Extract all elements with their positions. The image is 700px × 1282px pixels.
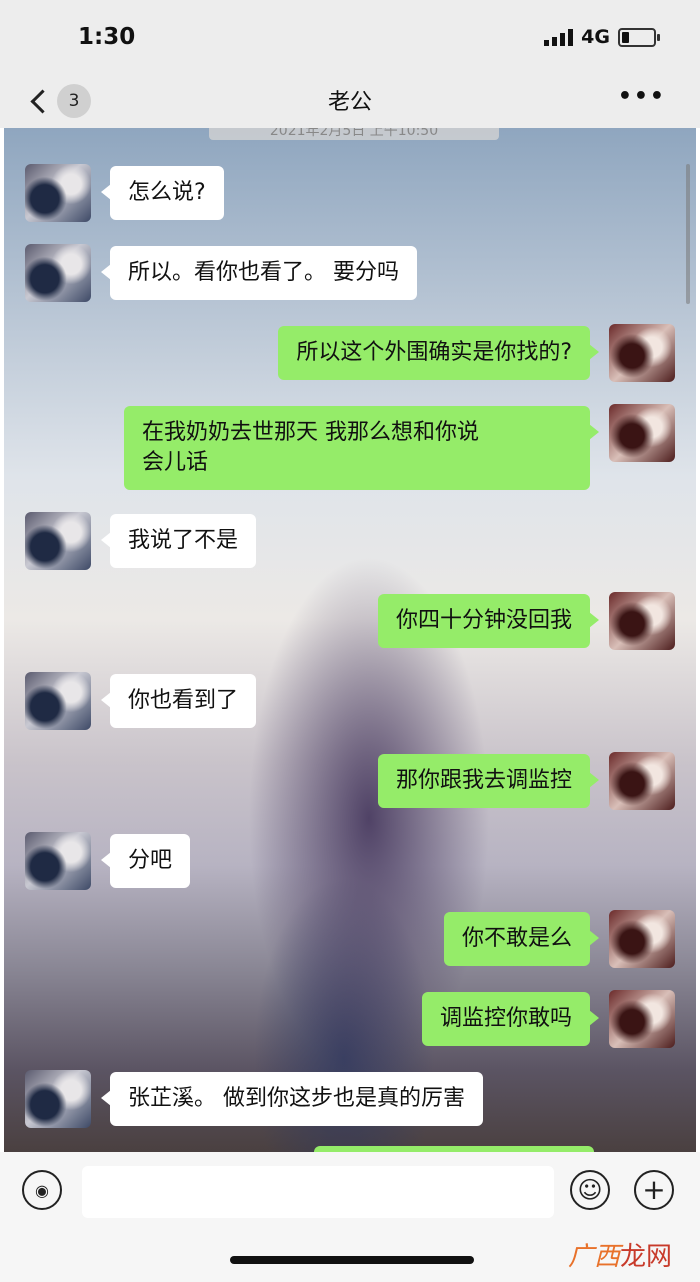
message-bubble-outgoing[interactable]: 调监控你敢吗 <box>421 992 600 1046</box>
message-bubble-incoming[interactable]: 你也看到了 <box>100 674 257 728</box>
contact-avatar[interactable] <box>25 1070 91 1128</box>
message-bubble-outgoing[interactable]: 你四十分钟没回我 <box>377 594 600 648</box>
date-chip: 2021年2月5日 上午10:50 <box>209 128 499 140</box>
message-bubble-outgoing[interactable]: 那你跟我去调监控 <box>377 754 600 808</box>
plus-icon[interactable]: + <box>634 1170 674 1210</box>
scrollbar[interactable] <box>686 164 690 304</box>
status-time: 1:30 <box>78 24 136 50</box>
message-bubble-incoming[interactable]: 分吧 <box>100 834 191 888</box>
signal-icon <box>544 28 574 46</box>
emoji-icon[interactable]: ☺ <box>570 1170 610 1210</box>
watermark-part2: 龙网 <box>619 1242 672 1272</box>
voice-icon[interactable]: ◉ <box>22 1170 62 1210</box>
message-bubble-incoming[interactable]: 我说了不是 <box>100 514 257 568</box>
chat-title: 老公 <box>327 90 372 115</box>
chat-area[interactable]: 2021年2月5日 上午10:50 怎么说? 所以。看你也看了。 要分吗 所以这… <box>4 128 696 1152</box>
network-label: 4G <box>581 26 610 48</box>
input-bar: ◉ ☺ + 广西龙网 <box>0 1152 700 1282</box>
message-bubble-incoming[interactable]: 所以。看你也看了。 要分吗 <box>101 246 417 300</box>
message-input[interactable] <box>82 1166 554 1218</box>
battery-icon <box>618 27 660 47</box>
contact-avatar[interactable] <box>25 244 91 302</box>
my-avatar[interactable] <box>609 324 675 382</box>
status-indicators: 4G <box>544 26 660 48</box>
message-bubble-incoming[interactable]: 怎么说? <box>101 166 224 220</box>
contact-avatar[interactable] <box>25 672 91 730</box>
home-indicator[interactable] <box>230 1256 474 1264</box>
watermark-part1: 广西 <box>567 1242 620 1272</box>
my-avatar[interactable] <box>609 404 675 462</box>
message-bubble-outgoing[interactable]: 你不敢是么 <box>443 912 600 966</box>
my-avatar[interactable] <box>609 910 675 968</box>
message-bubble-outgoing[interactable]: 所以这个外围确实是你找的? <box>278 326 599 380</box>
contact-avatar[interactable] <box>25 832 91 890</box>
more-icon[interactable]: ••• <box>618 84 666 109</box>
my-avatar[interactable] <box>609 990 675 1048</box>
my-avatar[interactable] <box>609 592 675 650</box>
my-avatar[interactable] <box>609 752 675 810</box>
watermark-logo: 广西龙网 <box>568 1236 672 1273</box>
contact-avatar[interactable] <box>25 164 91 222</box>
message-bubble-incoming[interactable]: 张芷溪。 做到你这步也是真的厉害 <box>101 1072 483 1126</box>
contact-avatar[interactable] <box>25 512 91 570</box>
message-bubble-outgoing[interactable]: 在我奶奶去世那天 我那么想和你说 会儿话 <box>124 406 599 490</box>
top-bar: 1:30 4G 3 老公 ••• <box>0 0 700 128</box>
